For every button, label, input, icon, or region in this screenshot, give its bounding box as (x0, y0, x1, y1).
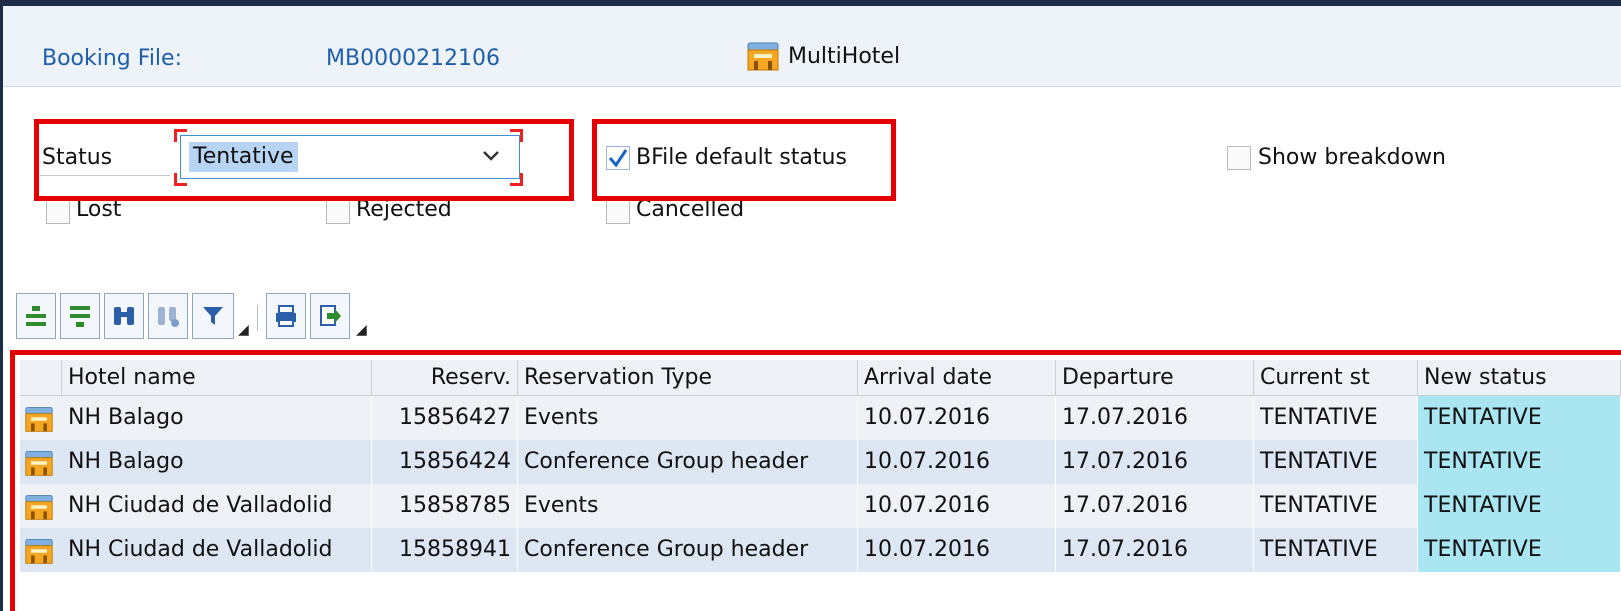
align-bottom-icon (70, 306, 90, 327)
export-icon (320, 305, 341, 326)
find-next-button[interactable] (148, 293, 188, 339)
highlight-box-grid (10, 350, 1621, 611)
grid-toolbar (3, 290, 1621, 348)
binoculars-icon (114, 307, 134, 325)
highlight-box-status (34, 119, 574, 201)
export-dropdown-arrow-icon[interactable]: ◢ (356, 322, 367, 338)
lost-checkbox[interactable] (46, 200, 70, 224)
filter-dropdown-arrow-icon[interactable]: ◢ (238, 322, 249, 338)
cancelled-checkbox[interactable] (606, 200, 630, 224)
align-top-icon (26, 306, 46, 326)
filter-button[interactable] (192, 293, 234, 339)
toolbar-separator (257, 305, 258, 331)
print-icon (276, 305, 296, 327)
app-title: MultiHotel (788, 44, 901, 69)
rejected-checkbox[interactable] (326, 200, 350, 224)
align-bottom-button[interactable] (60, 293, 100, 339)
show-breakdown-label: Show breakdown (1258, 145, 1446, 170)
show-breakdown-checkbox[interactable] (1227, 146, 1251, 170)
export-button[interactable] (310, 293, 350, 339)
find-next-icon (158, 307, 179, 327)
hotel-building-icon (746, 41, 780, 77)
align-top-button[interactable] (16, 293, 56, 339)
print-button[interactable] (266, 293, 306, 339)
highlight-box-bfile-default (592, 119, 896, 201)
filter-icon (203, 307, 223, 325)
find-button[interactable] (104, 293, 144, 339)
booking-file-value[interactable]: MB0000212106 (326, 46, 500, 71)
booking-file-label: Booking File: (42, 46, 182, 71)
